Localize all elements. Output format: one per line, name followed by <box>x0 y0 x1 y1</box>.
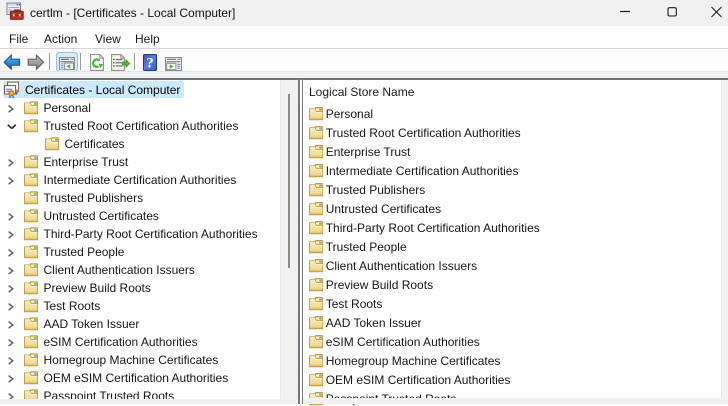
svg-text:?: ? <box>146 55 154 70</box>
